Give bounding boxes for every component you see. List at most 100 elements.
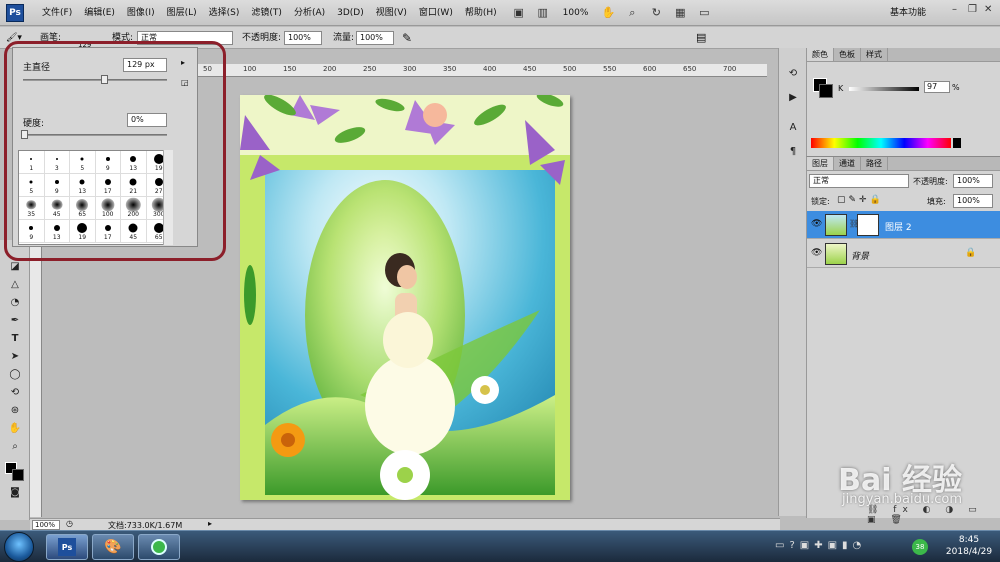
layer-name[interactable]: 图层 2 bbox=[885, 220, 912, 233]
bg-color-preview[interactable] bbox=[819, 84, 833, 98]
arrange-documents-icon[interactable]: ▦ bbox=[670, 4, 690, 22]
photoshop-logo[interactable]: Ps bbox=[6, 3, 24, 22]
eraser-tool-icon[interactable]: ◪ bbox=[6, 260, 24, 274]
clock[interactable]: 8:45 2018/4/29 bbox=[944, 534, 994, 558]
status-info-icon[interactable]: ◷ bbox=[66, 519, 73, 528]
quick-mask-icon[interactable]: ◙ bbox=[6, 486, 24, 500]
character-icon[interactable]: A bbox=[785, 122, 801, 136]
flow-field[interactable]: 100% bbox=[356, 31, 394, 45]
color-panel: 颜色 色板 样式 K 97 % bbox=[806, 48, 1000, 156]
layer-row-layer2[interactable]: 👁 ⛓ 图层 2 bbox=[807, 211, 1000, 239]
panel-tab[interactable]: 样式 bbox=[861, 48, 888, 61]
lock-label: 锁定: bbox=[811, 197, 830, 206]
panel-tab[interactable]: 色板 bbox=[834, 48, 861, 61]
tray-badge[interactable]: 38 bbox=[912, 539, 928, 555]
zoom-select[interactable]: 100% bbox=[555, 8, 597, 18]
ruler-tick: 400 bbox=[483, 65, 497, 73]
panel-tab[interactable]: 颜色 bbox=[807, 48, 834, 61]
layer-name[interactable]: 背景 bbox=[851, 249, 869, 262]
hand-tool-icon[interactable]: ✋ bbox=[6, 422, 24, 436]
ruler-tick: 700 bbox=[723, 65, 737, 73]
color-spectrum-bar[interactable] bbox=[811, 138, 951, 148]
opacity-field[interactable]: 100% bbox=[284, 31, 322, 45]
close-icon[interactable]: ✕ bbox=[984, 4, 992, 15]
zoom-tool-icon[interactable]: ⌕ bbox=[6, 440, 24, 454]
path-selection-icon[interactable]: ➤ bbox=[6, 350, 24, 364]
menu-item[interactable]: 图层(L) bbox=[161, 0, 203, 26]
view-extras-icon[interactable]: ▥ bbox=[533, 4, 553, 22]
status-bar: 100% ◷ 文档:733.0K/1.67M ▸ bbox=[30, 518, 780, 530]
ruler-tick: 100 bbox=[243, 65, 257, 73]
minimize-icon[interactable]: – bbox=[952, 4, 957, 15]
brush-panel-toggle-icon[interactable]: ▤ bbox=[696, 27, 706, 49]
background-color-swatch[interactable] bbox=[12, 469, 24, 481]
bridge-icon[interactable]: ▣ bbox=[509, 4, 529, 22]
taskbar-paint[interactable]: 🎨 bbox=[92, 534, 134, 560]
menu-item[interactable]: 帮助(H) bbox=[459, 0, 503, 26]
spectrum-black[interactable] bbox=[953, 138, 961, 148]
k-value-field[interactable]: 97 bbox=[924, 81, 950, 93]
panel-dock-strip: ⟲ ▶ A ¶ bbox=[778, 48, 806, 516]
status-zoom[interactable]: 100% bbox=[32, 520, 60, 530]
screen-mode-icon[interactable]: ▭ bbox=[694, 4, 714, 22]
gradient-tool-icon[interactable]: △ bbox=[6, 278, 24, 292]
dodge-tool-icon[interactable]: ◔ bbox=[6, 296, 24, 310]
shape-tool-icon[interactable]: ◯ bbox=[6, 368, 24, 382]
paint-icon: 🎨 bbox=[104, 539, 122, 555]
restore-icon[interactable]: ❐ bbox=[968, 4, 977, 15]
panel-tab[interactable]: 图层 bbox=[807, 157, 834, 170]
horizontal-ruler: 50 100 150 200 250 300 350 400 450 500 550 600 650 70… bbox=[197, 64, 767, 77]
k-channel-label: K bbox=[838, 84, 844, 93]
layer-thumbnail bbox=[825, 214, 847, 236]
menu-item[interactable]: 文件(F) bbox=[36, 0, 78, 26]
layer-footer-icons[interactable]: ⛓ fx ◐ ◑ ▭ ▣ 🗑 bbox=[867, 505, 1000, 525]
menu-item[interactable]: 窗口(W) bbox=[413, 0, 459, 26]
layer-mask-thumbnail[interactable] bbox=[857, 214, 879, 236]
layer-opacity-label: 不透明度: bbox=[913, 177, 948, 186]
menu-item[interactable]: 视图(V) bbox=[370, 0, 413, 26]
layer-thumbnail bbox=[825, 243, 847, 265]
type-tool-icon[interactable]: T bbox=[6, 332, 24, 346]
zoom-tool-icon[interactable]: ⌕ bbox=[622, 4, 642, 22]
layers-panel-tabs: 图层 通道 路径 bbox=[807, 157, 1000, 171]
ruler-tick: 250 bbox=[363, 65, 377, 73]
status-menu-icon[interactable]: ▸ bbox=[208, 519, 212, 528]
lock-icon: 🔒 bbox=[965, 248, 977, 258]
opacity-label: 不透明度: bbox=[242, 33, 282, 43]
history-icon[interactable]: ⟲ bbox=[785, 68, 801, 82]
visibility-eye-icon[interactable]: 👁 bbox=[811, 248, 822, 258]
taskbar-browser[interactable] bbox=[138, 534, 180, 560]
layer-row-background[interactable]: 👁 背景 🔒 bbox=[807, 240, 1000, 268]
document-canvas[interactable] bbox=[240, 95, 570, 500]
3d-orbit-icon[interactable]: ⊛ bbox=[6, 404, 24, 418]
workspace-switcher[interactable]: 基本功能 bbox=[890, 0, 926, 26]
clock-time: 8:45 bbox=[958, 535, 980, 545]
rotate-view-icon[interactable]: ↻ bbox=[646, 4, 666, 22]
tray-icons[interactable]: ▭?▣✚▣▮◔ bbox=[775, 540, 866, 551]
menu-item[interactable]: 编辑(E) bbox=[78, 0, 121, 26]
actions-icon[interactable]: ▶ bbox=[785, 92, 801, 106]
menu-item[interactable]: 滤镜(T) bbox=[245, 0, 288, 26]
visibility-eye-icon[interactable]: 👁 bbox=[811, 219, 822, 229]
menu-item[interactable]: 选择(S) bbox=[203, 0, 246, 26]
watermark-url: jingyan.baidu.com bbox=[842, 492, 962, 507]
start-button[interactable] bbox=[4, 532, 34, 562]
menu-item[interactable]: 图像(I) bbox=[121, 0, 161, 26]
fill-field[interactable]: 100% bbox=[953, 194, 993, 208]
panel-tab[interactable]: 路径 bbox=[861, 157, 888, 170]
airbrush-icon[interactable]: ✎ bbox=[402, 27, 412, 49]
layer-opacity-field[interactable]: 100% bbox=[953, 174, 993, 188]
paragraph-icon[interactable]: ¶ bbox=[785, 146, 801, 160]
menu-item[interactable]: 分析(A) bbox=[288, 0, 331, 26]
ruler-tick: 550 bbox=[603, 65, 617, 73]
panel-tab[interactable]: 通道 bbox=[834, 157, 861, 170]
taskbar-photoshop[interactable]: Ps bbox=[46, 534, 88, 560]
blend-mode-select[interactable]: 正常 bbox=[809, 174, 909, 188]
photoshop-icon: Ps bbox=[58, 538, 76, 556]
pen-tool-icon[interactable]: ✒ bbox=[6, 314, 24, 328]
menu-item[interactable]: 3D(D) bbox=[331, 0, 370, 26]
hand-tool-icon[interactable]: ✋ bbox=[598, 4, 618, 22]
3d-rotate-icon[interactable]: ⟲ bbox=[6, 386, 24, 400]
k-slider-track[interactable] bbox=[849, 87, 919, 91]
lock-icons[interactable]: ▢✎✛🔒 bbox=[837, 195, 884, 205]
